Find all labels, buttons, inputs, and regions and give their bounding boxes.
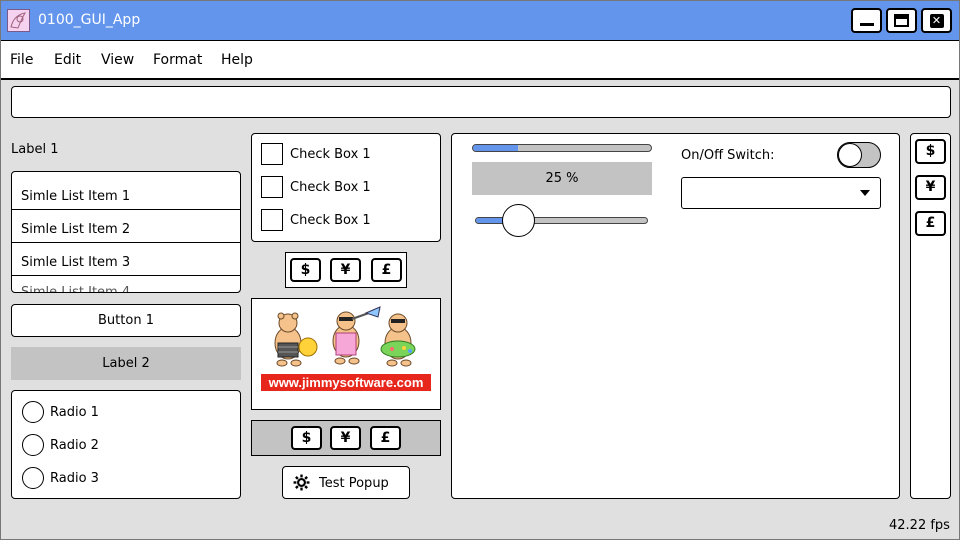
list-item[interactable]: Simle List Item 2 bbox=[12, 210, 240, 243]
radio-circle[interactable] bbox=[22, 401, 44, 423]
currency-toolbar-1: $ ¥ £ bbox=[285, 252, 407, 288]
radio-group: Radio 1 Radio 2 Radio 3 bbox=[11, 390, 241, 499]
list-item-label: Simle List Item 3 bbox=[21, 255, 131, 270]
yen-button[interactable]: ¥ bbox=[330, 426, 361, 450]
dollar-button[interactable]: $ bbox=[290, 258, 321, 282]
close-button[interactable]: ✕ bbox=[921, 8, 952, 33]
pound-button[interactable]: £ bbox=[371, 258, 402, 282]
checkbox-label: Check Box 1 bbox=[290, 180, 371, 195]
currency-toolbar-2: $ ¥ £ bbox=[251, 420, 441, 456]
maximize-icon bbox=[894, 14, 909, 27]
logo-image: www.jimmysoftware.com bbox=[251, 298, 441, 410]
dollar-button[interactable]: $ bbox=[291, 426, 322, 450]
list-item-label: Simle List Item 2 bbox=[21, 222, 131, 237]
test-popup-button[interactable]: Test Popup bbox=[282, 466, 410, 499]
progress-fill bbox=[473, 145, 518, 151]
checkbox-label: Check Box 1 bbox=[290, 213, 371, 228]
maximize-button[interactable] bbox=[886, 8, 917, 33]
window-title: 0100_GUI_App bbox=[38, 12, 141, 28]
mascot-illustration: www.jimmysoftware.com bbox=[261, 306, 431, 391]
dropdown-select[interactable] bbox=[681, 177, 881, 209]
menu-bar: File Edit View Format Help bbox=[1, 41, 959, 80]
switch-label: On/Off Switch: bbox=[681, 148, 775, 163]
yen-button[interactable]: ¥ bbox=[915, 175, 946, 200]
pound-button[interactable]: £ bbox=[370, 426, 401, 450]
app-icon bbox=[7, 9, 30, 32]
popup-button-label: Test Popup bbox=[319, 476, 389, 491]
app-window: 0100_GUI_App ✕ File Edit View Format Hel… bbox=[0, 0, 960, 540]
radio-label: Radio 1 bbox=[50, 405, 99, 420]
checkbox-square[interactable] bbox=[261, 176, 283, 198]
radio-circle[interactable] bbox=[22, 467, 44, 489]
menu-help[interactable]: Help bbox=[221, 52, 253, 68]
banner-text: www.jimmysoftware.com bbox=[268, 375, 424, 390]
button-1[interactable]: Button 1 bbox=[11, 304, 241, 337]
checkbox-square[interactable] bbox=[261, 143, 283, 165]
menu-file[interactable]: File bbox=[10, 52, 33, 68]
menu-format[interactable]: Format bbox=[153, 52, 202, 68]
list-item[interactable]: Simle List Item 1 bbox=[12, 177, 240, 210]
slider-track[interactable] bbox=[475, 217, 648, 224]
list-item-label: Simle List Item 4 bbox=[21, 285, 131, 293]
list-item[interactable]: Simle List Item 3 bbox=[12, 243, 240, 276]
switch-knob bbox=[838, 143, 862, 167]
checkbox-group: Check Box 1 Check Box 1 Check Box 1 bbox=[251, 133, 441, 242]
minimize-icon bbox=[859, 23, 874, 26]
checkbox-square[interactable] bbox=[261, 209, 283, 231]
controls-panel: 25 % On/Off Switch: bbox=[451, 133, 900, 499]
slider-knob[interactable] bbox=[501, 204, 535, 237]
radio-label: Radio 2 bbox=[50, 438, 99, 453]
label-1: Label 1 bbox=[11, 142, 59, 157]
pound-button[interactable]: £ bbox=[915, 211, 946, 236]
radio-label: Radio 3 bbox=[50, 471, 99, 486]
gear-icon bbox=[293, 474, 310, 495]
menu-edit[interactable]: Edit bbox=[54, 52, 81, 68]
minimize-button[interactable] bbox=[851, 8, 882, 33]
close-icon: ✕ bbox=[929, 13, 944, 28]
label-2: Label 2 bbox=[11, 347, 241, 380]
on-off-switch[interactable] bbox=[837, 142, 881, 168]
progress-label: 25 % bbox=[472, 162, 652, 195]
menu-view[interactable]: View bbox=[101, 52, 134, 68]
checkbox-label: Check Box 1 bbox=[290, 147, 371, 162]
progress-bar bbox=[472, 144, 652, 152]
yen-button[interactable]: ¥ bbox=[330, 258, 361, 282]
simple-list[interactable]: Simle List Item 1 Simle List Item 2 Siml… bbox=[11, 171, 241, 293]
chevron-down-icon bbox=[860, 190, 870, 196]
side-toolbar: $ ¥ £ bbox=[910, 133, 951, 499]
dollar-button[interactable]: $ bbox=[915, 139, 946, 164]
fps-counter: 42.22 fps bbox=[889, 518, 950, 533]
list-item[interactable]: Simle List Item 4 bbox=[12, 276, 240, 293]
text-entry[interactable] bbox=[11, 86, 951, 118]
title-bar[interactable]: 0100_GUI_App ✕ bbox=[1, 1, 959, 41]
list-item-label: Simle List Item 1 bbox=[21, 189, 131, 204]
radio-circle[interactable] bbox=[22, 434, 44, 456]
